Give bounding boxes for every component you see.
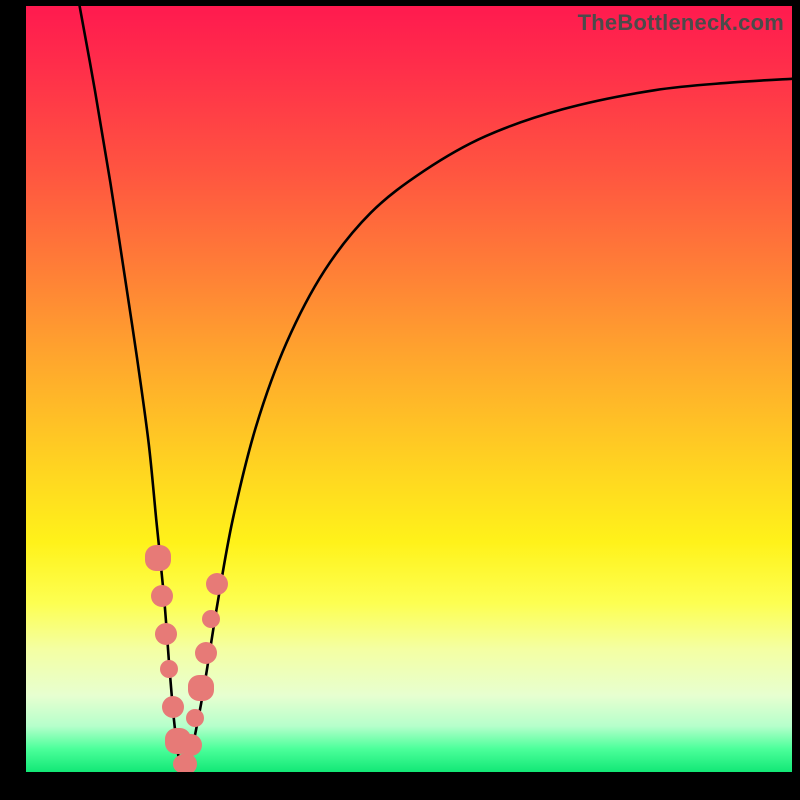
watermark: TheBottleneck.com [578,10,784,36]
data-point [186,709,204,727]
data-point [160,660,178,678]
bottleneck-curve [26,6,792,772]
data-point [202,610,220,628]
plot-area: TheBottleneck.com [26,6,792,772]
data-point [162,696,184,718]
data-point [188,675,214,701]
data-point [145,545,171,571]
data-point [195,642,217,664]
data-point [155,623,177,645]
data-point [175,753,197,772]
chart-stage: TheBottleneck.com [0,0,800,800]
data-point [206,573,228,595]
data-point [151,585,173,607]
data-point [180,734,202,756]
